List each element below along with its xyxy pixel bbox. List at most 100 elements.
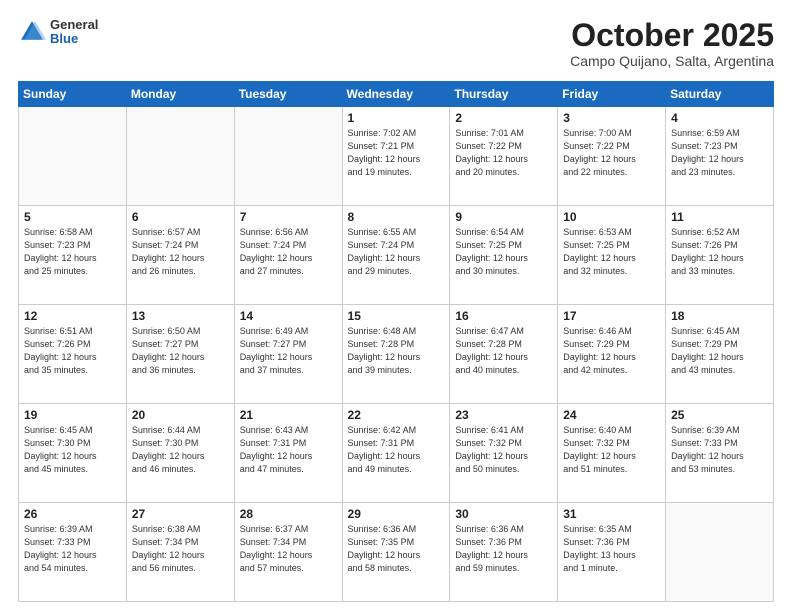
day-number: 8: [348, 210, 445, 224]
table-row: 22 Sunrise: 6:42 AM Sunset: 7:31 PM Dayli…: [342, 404, 450, 503]
page: General Blue October 2025 Campo Quijano,…: [0, 0, 792, 612]
main-title: October 2025: [570, 18, 774, 53]
table-row: 31 Sunrise: 6:35 AM Sunset: 7:36 PM Dayli…: [558, 503, 666, 602]
day-number: 6: [132, 210, 229, 224]
calendar-week-row: 12 Sunrise: 6:51 AM Sunset: 7:26 PM Dayli…: [19, 305, 774, 404]
table-row: [234, 107, 342, 206]
day-info: Sunrise: 6:38 AM Sunset: 7:34 PM Dayligh…: [132, 523, 229, 575]
day-info: Sunrise: 6:47 AM Sunset: 7:28 PM Dayligh…: [455, 325, 552, 377]
col-tuesday: Tuesday: [234, 82, 342, 107]
logo-general-text: General: [50, 18, 98, 32]
col-monday: Monday: [126, 82, 234, 107]
table-row: 27 Sunrise: 6:38 AM Sunset: 7:34 PM Dayli…: [126, 503, 234, 602]
day-number: 24: [563, 408, 660, 422]
day-number: 23: [455, 408, 552, 422]
logo-blue-text: Blue: [50, 32, 98, 46]
logo-text: General Blue: [50, 18, 98, 47]
logo: General Blue: [18, 18, 98, 47]
header: General Blue October 2025 Campo Quijano,…: [18, 18, 774, 69]
day-info: Sunrise: 6:53 AM Sunset: 7:25 PM Dayligh…: [563, 226, 660, 278]
day-info: Sunrise: 6:59 AM Sunset: 7:23 PM Dayligh…: [671, 127, 768, 179]
day-info: Sunrise: 6:43 AM Sunset: 7:31 PM Dayligh…: [240, 424, 337, 476]
day-info: Sunrise: 6:40 AM Sunset: 7:32 PM Dayligh…: [563, 424, 660, 476]
table-row: [19, 107, 127, 206]
day-number: 5: [24, 210, 121, 224]
table-row: 15 Sunrise: 6:48 AM Sunset: 7:28 PM Dayli…: [342, 305, 450, 404]
day-number: 14: [240, 309, 337, 323]
day-number: 19: [24, 408, 121, 422]
day-number: 17: [563, 309, 660, 323]
title-area: October 2025 Campo Quijano, Salta, Argen…: [570, 18, 774, 69]
calendar-header-row: Sunday Monday Tuesday Wednesday Thursday…: [19, 82, 774, 107]
day-number: 16: [455, 309, 552, 323]
calendar-week-row: 5Sunrise: 6:58 AM Sunset: 7:23 PM Daylig…: [19, 206, 774, 305]
day-number: 2: [455, 111, 552, 125]
table-row: 19 Sunrise: 6:45 AM Sunset: 7:30 PM Dayli…: [19, 404, 127, 503]
day-number: 18: [671, 309, 768, 323]
day-info: Sunrise: 7:02 AM Sunset: 7:21 PM Dayligh…: [348, 127, 445, 179]
day-info: Sunrise: 6:56 AM Sunset: 7:24 PM Dayligh…: [240, 226, 337, 278]
table-row: 20 Sunrise: 6:44 AM Sunset: 7:30 PM Dayli…: [126, 404, 234, 503]
day-info: Sunrise: 6:35 AM Sunset: 7:36 PM Dayligh…: [563, 523, 660, 575]
table-row: 26 Sunrise: 6:39 AM Sunset: 7:33 PM Dayli…: [19, 503, 127, 602]
day-info: Sunrise: 6:39 AM Sunset: 7:33 PM Dayligh…: [24, 523, 121, 575]
logo-icon: [18, 18, 46, 46]
day-info: Sunrise: 6:51 AM Sunset: 7:26 PM Dayligh…: [24, 325, 121, 377]
day-number: 30: [455, 507, 552, 521]
day-info: Sunrise: 6:42 AM Sunset: 7:31 PM Dayligh…: [348, 424, 445, 476]
table-row: 7Sunrise: 6:56 AM Sunset: 7:24 PM Daylig…: [234, 206, 342, 305]
subtitle: Campo Quijano, Salta, Argentina: [570, 53, 774, 69]
day-info: Sunrise: 6:39 AM Sunset: 7:33 PM Dayligh…: [671, 424, 768, 476]
day-info: Sunrise: 6:46 AM Sunset: 7:29 PM Dayligh…: [563, 325, 660, 377]
day-number: 25: [671, 408, 768, 422]
table-row: 10Sunrise: 6:53 AM Sunset: 7:25 PM Dayli…: [558, 206, 666, 305]
table-row: 25 Sunrise: 6:39 AM Sunset: 7:33 PM Dayli…: [666, 404, 774, 503]
table-row: 23Sunrise: 6:41 AM Sunset: 7:32 PM Dayli…: [450, 404, 558, 503]
table-row: 21Sunrise: 6:43 AM Sunset: 7:31 PM Dayli…: [234, 404, 342, 503]
table-row: 4 Sunrise: 6:59 AM Sunset: 7:23 PM Daylig…: [666, 107, 774, 206]
day-number: 12: [24, 309, 121, 323]
calendar-week-row: 1 Sunrise: 7:02 AM Sunset: 7:21 PM Daylig…: [19, 107, 774, 206]
day-info: Sunrise: 6:36 AM Sunset: 7:36 PM Dayligh…: [455, 523, 552, 575]
table-row: 5Sunrise: 6:58 AM Sunset: 7:23 PM Daylig…: [19, 206, 127, 305]
day-info: Sunrise: 6:48 AM Sunset: 7:28 PM Dayligh…: [348, 325, 445, 377]
day-info: Sunrise: 6:55 AM Sunset: 7:24 PM Dayligh…: [348, 226, 445, 278]
day-info: Sunrise: 6:36 AM Sunset: 7:35 PM Dayligh…: [348, 523, 445, 575]
day-info: Sunrise: 6:57 AM Sunset: 7:24 PM Dayligh…: [132, 226, 229, 278]
day-info: Sunrise: 7:00 AM Sunset: 7:22 PM Dayligh…: [563, 127, 660, 179]
table-row: [126, 107, 234, 206]
day-number: 15: [348, 309, 445, 323]
day-number: 1: [348, 111, 445, 125]
table-row: 11Sunrise: 6:52 AM Sunset: 7:26 PM Dayli…: [666, 206, 774, 305]
table-row: 14 Sunrise: 6:49 AM Sunset: 7:27 PM Dayli…: [234, 305, 342, 404]
table-row: 2 Sunrise: 7:01 AM Sunset: 7:22 PM Daylig…: [450, 107, 558, 206]
table-row: 13Sunrise: 6:50 AM Sunset: 7:27 PM Dayli…: [126, 305, 234, 404]
day-number: 4: [671, 111, 768, 125]
table-row: 30 Sunrise: 6:36 AM Sunset: 7:36 PM Dayli…: [450, 503, 558, 602]
day-info: Sunrise: 7:01 AM Sunset: 7:22 PM Dayligh…: [455, 127, 552, 179]
day-number: 31: [563, 507, 660, 521]
table-row: 17 Sunrise: 6:46 AM Sunset: 7:29 PM Dayli…: [558, 305, 666, 404]
day-number: 20: [132, 408, 229, 422]
day-number: 3: [563, 111, 660, 125]
day-info: Sunrise: 6:45 AM Sunset: 7:30 PM Dayligh…: [24, 424, 121, 476]
table-row: 8 Sunrise: 6:55 AM Sunset: 7:24 PM Daylig…: [342, 206, 450, 305]
col-wednesday: Wednesday: [342, 82, 450, 107]
col-saturday: Saturday: [666, 82, 774, 107]
calendar-week-row: 19 Sunrise: 6:45 AM Sunset: 7:30 PM Dayli…: [19, 404, 774, 503]
table-row: 3 Sunrise: 7:00 AM Sunset: 7:22 PM Daylig…: [558, 107, 666, 206]
day-number: 29: [348, 507, 445, 521]
calendar-week-row: 26 Sunrise: 6:39 AM Sunset: 7:33 PM Dayli…: [19, 503, 774, 602]
table-row: 28Sunrise: 6:37 AM Sunset: 7:34 PM Dayli…: [234, 503, 342, 602]
table-row: 16 Sunrise: 6:47 AM Sunset: 7:28 PM Dayli…: [450, 305, 558, 404]
day-info: Sunrise: 6:52 AM Sunset: 7:26 PM Dayligh…: [671, 226, 768, 278]
day-number: 26: [24, 507, 121, 521]
day-number: 22: [348, 408, 445, 422]
table-row: 12 Sunrise: 6:51 AM Sunset: 7:26 PM Dayli…: [19, 305, 127, 404]
day-info: Sunrise: 6:49 AM Sunset: 7:27 PM Dayligh…: [240, 325, 337, 377]
day-number: 28: [240, 507, 337, 521]
day-number: 27: [132, 507, 229, 521]
day-info: Sunrise: 6:45 AM Sunset: 7:29 PM Dayligh…: [671, 325, 768, 377]
day-info: Sunrise: 6:44 AM Sunset: 7:30 PM Dayligh…: [132, 424, 229, 476]
table-row: 1 Sunrise: 7:02 AM Sunset: 7:21 PM Daylig…: [342, 107, 450, 206]
